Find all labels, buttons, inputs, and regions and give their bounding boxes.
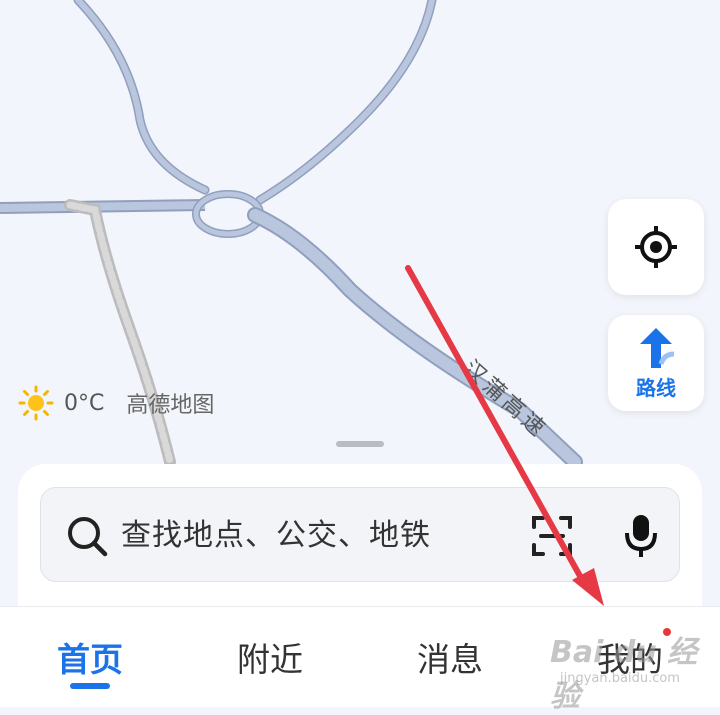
route-button[interactable]: 路线 (608, 315, 704, 411)
watermark: Bai du 经验 jingyan.baidu.com (550, 627, 720, 714)
route-label: 路线 (636, 375, 676, 400)
sun-icon (18, 385, 54, 421)
weather-widget: 0°C 高德地图 (18, 385, 214, 421)
search-input[interactable]: 查找地点、公交、地铁 (40, 487, 680, 582)
locate-button[interactable] (608, 199, 704, 295)
brand-logo-text: 高德地图 (126, 393, 215, 418)
search-icon (68, 517, 108, 557)
route-arrow-icon (640, 327, 675, 368)
tab-nearby[interactable]: 附近 (180, 607, 360, 707)
sheet-drag-handle[interactable] (336, 441, 384, 447)
search-placeholder: 查找地点、公交、地铁 (121, 518, 431, 553)
tab-home[interactable]: 首页 (0, 607, 180, 707)
microphone-icon[interactable] (623, 513, 659, 559)
tab-messages[interactable]: 消息 (360, 607, 540, 707)
road (0, 201, 206, 212)
scan-icon[interactable] (531, 515, 573, 557)
active-tab-indicator (70, 683, 110, 689)
locate-target-icon (635, 226, 677, 268)
temperature: 0°C (64, 390, 105, 416)
watermark-url: jingyan.baidu.com (560, 671, 680, 686)
